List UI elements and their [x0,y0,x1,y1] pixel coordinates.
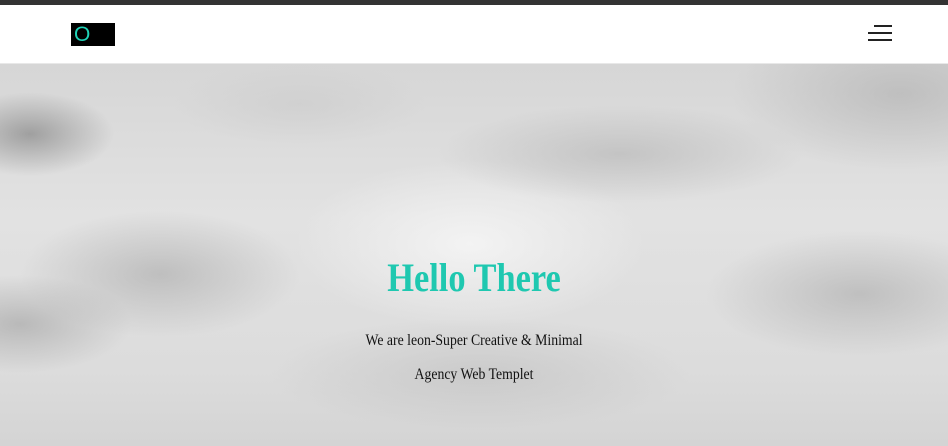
hero-section: Hello There We are leon-Super Creative &… [0,64,948,446]
hero-title: Hello There [387,255,561,300]
menu-line [868,39,892,41]
hamburger-menu-icon[interactable] [868,23,896,45]
site-header: O [0,5,948,64]
hero-content: Hello There We are leon-Super Creative &… [0,64,948,446]
hero-subtitle-line2: Agency Web Templet [414,366,534,383]
hero-subtitle-line1: We are leon-Super Creative & Minimal [365,332,583,349]
site-logo[interactable]: O [71,23,115,46]
logo-text: O [74,23,91,46]
menu-line [874,25,892,27]
menu-line [868,32,892,34]
